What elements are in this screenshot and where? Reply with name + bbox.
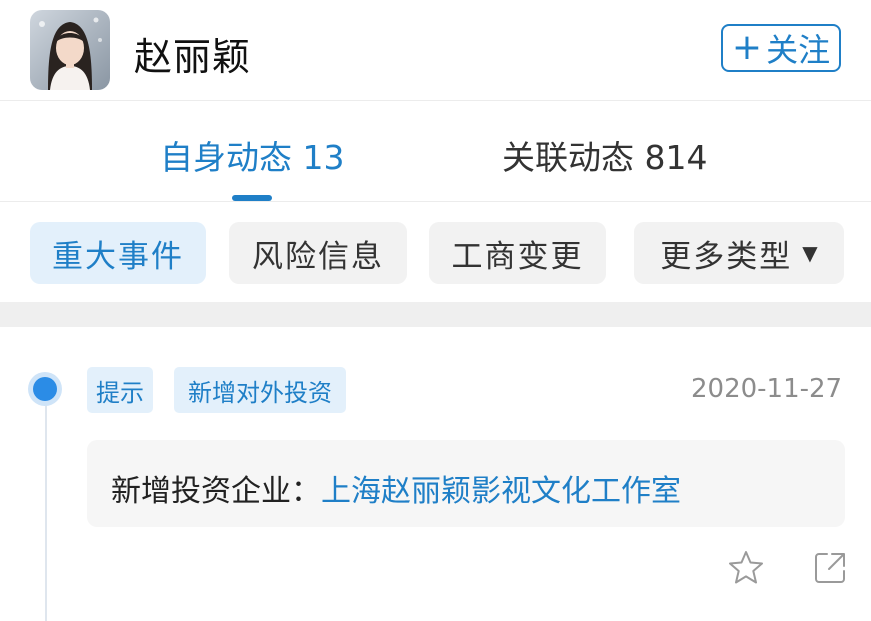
tab-bar: 自身动态 13 关联动态 814 [0, 101, 871, 202]
section-divider [0, 302, 871, 327]
filter-label: 重大事件 [52, 238, 184, 275]
event-text: 新增投资企业：上海赵丽颖影视文化工作室 [111, 466, 681, 510]
tab-related-activity[interactable]: 关联动态 814 [502, 131, 707, 179]
avatar[interactable] [30, 10, 110, 90]
filter-business-changes[interactable]: 工商变更 [429, 222, 606, 284]
follow-button-label: 关注 [766, 31, 831, 69]
caret-down-icon: ▼ [802, 241, 818, 265]
event-card: 新增投资企业：上海赵丽颖影视文化工作室 [87, 440, 845, 527]
timeline-dot [33, 377, 57, 401]
company-link[interactable]: 上海赵丽颖影视文化工作室 [321, 474, 681, 509]
share-icon[interactable] [810, 548, 850, 588]
filter-major-events[interactable]: 重大事件 [30, 222, 206, 284]
event-prefix: 新增投资企业： [111, 474, 321, 509]
tab-own-activity[interactable]: 自身动态 13 [160, 131, 344, 179]
filter-label: 更多类型 [660, 238, 793, 275]
filter-risk-info[interactable]: 风险信息 [229, 222, 407, 284]
profile-name: 赵丽颖 [134, 35, 252, 79]
event-date: 2020-11-27 [691, 374, 843, 404]
active-tab-indicator [232, 195, 272, 201]
follow-button[interactable]: + 关注 [721, 24, 841, 72]
tag-new-investment: 新增对外投资 [174, 367, 346, 413]
timeline-line [45, 396, 47, 621]
filter-label: 工商变更 [451, 238, 584, 275]
filter-more-types[interactable]: 更多类型 ▼ [634, 222, 844, 284]
profile-header: 赵丽颖 + 关注 [0, 0, 871, 101]
tag-notice: 提示 [87, 367, 153, 413]
plus-icon: + [731, 27, 763, 68]
avatar-image [30, 10, 110, 90]
filter-bar: 重大事件 风险信息 工商变更 更多类型 ▼ [0, 222, 871, 284]
star-icon[interactable] [726, 548, 766, 588]
filter-label: 风险信息 [252, 238, 384, 275]
